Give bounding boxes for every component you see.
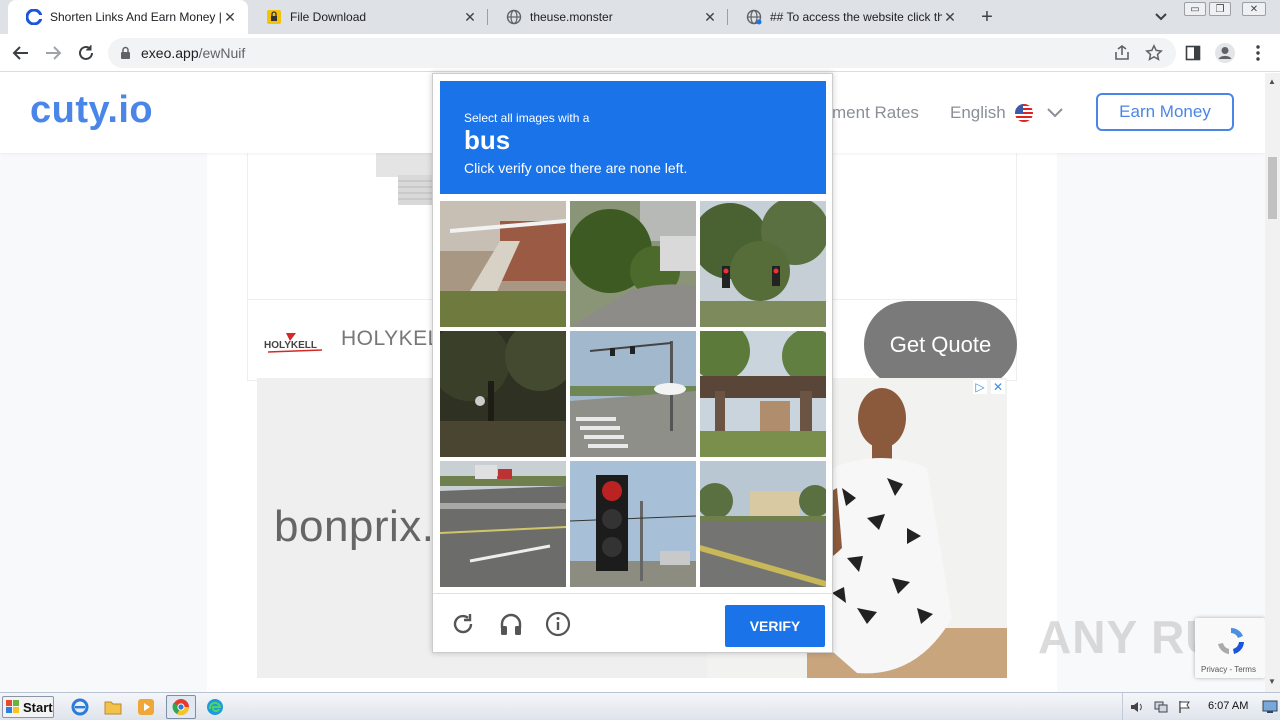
url-text: exeo.app/ewNuif [141, 45, 245, 61]
earn-money-button[interactable]: Earn Money [1096, 93, 1234, 131]
show-desktop-icon[interactable] [1260, 697, 1280, 717]
audio-headphones-icon[interactable] [498, 611, 524, 637]
tab-cuty[interactable]: Shorten Links And Earn Money | cuty ✕ [8, 0, 248, 34]
tab-title: File Download [290, 10, 367, 24]
site-logo[interactable]: cuty.io [30, 89, 153, 132]
url-path: /ewNuif [198, 45, 246, 61]
taskbar-clock: 6:07 AM [1208, 700, 1249, 712]
address-bar[interactable]: exeo.app/ewNuif [108, 38, 1176, 68]
lock-favicon-icon [266, 9, 282, 25]
browser-tab-strip: Shorten Links And Earn Money | cuty ✕ Fi… [0, 0, 1280, 34]
captcha-tile-wooden-gate[interactable] [700, 331, 826, 457]
get-quote-button[interactable]: Get Quote [864, 301, 1017, 388]
network-icon[interactable] [1151, 697, 1171, 717]
volume-icon[interactable] [1127, 697, 1147, 717]
captcha-tile-highway-truck[interactable] [440, 461, 566, 587]
start-label: Start [23, 699, 53, 715]
captcha-hint: Click verify once there are none left. [464, 160, 688, 176]
system-tray [1122, 693, 1280, 720]
share-icon[interactable] [1113, 44, 1131, 62]
ad-choices[interactable]: ▷ ✕ [973, 380, 1005, 394]
language-selector[interactable]: English [950, 103, 1006, 123]
tab-title: Shorten Links And Earn Money | cuty [50, 10, 222, 24]
back-arrow-icon[interactable] [8, 40, 34, 66]
cuty-favicon-icon [26, 9, 42, 25]
tab-close-icon[interactable]: ✕ [222, 9, 238, 25]
window-restore-icon[interactable]: ❐ [1209, 2, 1231, 16]
captcha-target-word: bus [464, 125, 511, 155]
privacy-terms-link[interactable]: Privacy - Terms [1201, 665, 1256, 674]
captcha-tile-road-building[interactable] [700, 461, 826, 587]
tab-close-icon[interactable]: ✕ [942, 9, 958, 25]
ad-play-icon[interactable]: ▷ [973, 380, 987, 394]
info-icon[interactable] [545, 611, 571, 637]
globe-favicon-icon [746, 9, 762, 25]
url-host: exeo.app [141, 45, 199, 61]
browser-toolbar: exeo.app/ewNuif [0, 34, 1280, 72]
internet-explorer-icon[interactable] [70, 697, 90, 717]
action-center-flag-icon[interactable] [1175, 697, 1195, 717]
media-player-icon[interactable] [136, 697, 156, 717]
page-scrollbar[interactable]: ▲ ▼ [1265, 73, 1280, 692]
nav-payment-rates[interactable]: ment Rates [832, 103, 919, 123]
captcha-instruction: Select all images with a [464, 111, 590, 125]
recaptcha-logo-icon [1218, 628, 1244, 654]
tab-title: ## To access the website click the "/ [770, 10, 942, 24]
scroll-up-arrow-icon[interactable]: ▲ [1268, 77, 1276, 86]
tab-close-icon[interactable]: ✕ [462, 9, 478, 25]
holykell-logo: HOLYKELL [264, 333, 323, 353]
profile-avatar-icon[interactable] [1212, 40, 1238, 66]
tab-title: theuse.monster [530, 10, 613, 24]
scrollbar-thumb[interactable] [1268, 157, 1277, 219]
svg-text:HOLYKELL: HOLYKELL [264, 340, 317, 351]
captcha-footer: VERIFY [433, 593, 832, 653]
ad-close-icon[interactable]: ✕ [991, 380, 1005, 394]
captcha-image-grid [440, 201, 826, 587]
windows-logo-icon [6, 700, 19, 713]
start-button[interactable]: Start [2, 696, 54, 718]
reload-icon[interactable] [73, 40, 99, 66]
windows-taskbar: Start 6:07 AM [0, 692, 1280, 720]
scroll-down-arrow-icon[interactable]: ▼ [1268, 677, 1276, 686]
globe-favicon-icon [506, 9, 522, 25]
bookmark-star-icon[interactable] [1145, 44, 1163, 62]
window-minimize-icon[interactable]: ▭ [1184, 2, 1206, 16]
tab-theuse[interactable]: theuse.monster ✕ [488, 0, 728, 34]
recaptcha-badge[interactable]: Privacy - Terms [1195, 618, 1265, 678]
tab-file-download[interactable]: File Download ✕ [248, 0, 488, 34]
captcha-tile-intersection-crosswalk[interactable] [570, 331, 696, 457]
captcha-tile-traffic-light-closeup[interactable] [570, 461, 696, 587]
side-panel-icon[interactable] [1180, 40, 1206, 66]
edge-icon[interactable] [205, 697, 225, 717]
chevron-down-icon[interactable] [1046, 103, 1064, 126]
forward-arrow-icon[interactable] [40, 40, 66, 66]
captcha-tile-house-steps[interactable] [440, 201, 566, 327]
us-flag-icon [1015, 104, 1033, 122]
captcha-tile-dark-trees[interactable] [440, 331, 566, 457]
captcha-header: Select all images with a bus Click verif… [440, 81, 826, 194]
captcha-tile-traffic-lights-trees[interactable] [700, 201, 826, 327]
tab-close-icon[interactable]: ✕ [702, 9, 718, 25]
tab-search-chevron-icon[interactable] [1150, 8, 1172, 26]
file-explorer-icon[interactable] [103, 697, 123, 717]
kebab-menu-icon[interactable] [1245, 40, 1271, 66]
verify-button[interactable]: VERIFY [725, 605, 825, 647]
lock-icon[interactable] [120, 46, 131, 65]
chrome-icon[interactable] [171, 697, 191, 717]
window-close-icon[interactable]: ✕ [1242, 2, 1266, 16]
refresh-icon[interactable] [450, 611, 476, 637]
new-tab-plus-icon[interactable]: + [976, 6, 998, 28]
image-captcha-challenge: Select all images with a bus Click verif… [432, 73, 833, 653]
ad-brand-name: bonprix. [274, 502, 435, 551]
captcha-tile-curb-trees[interactable] [570, 201, 696, 327]
tab-access-website[interactable]: ## To access the website click the "/ ✕ [728, 0, 968, 34]
